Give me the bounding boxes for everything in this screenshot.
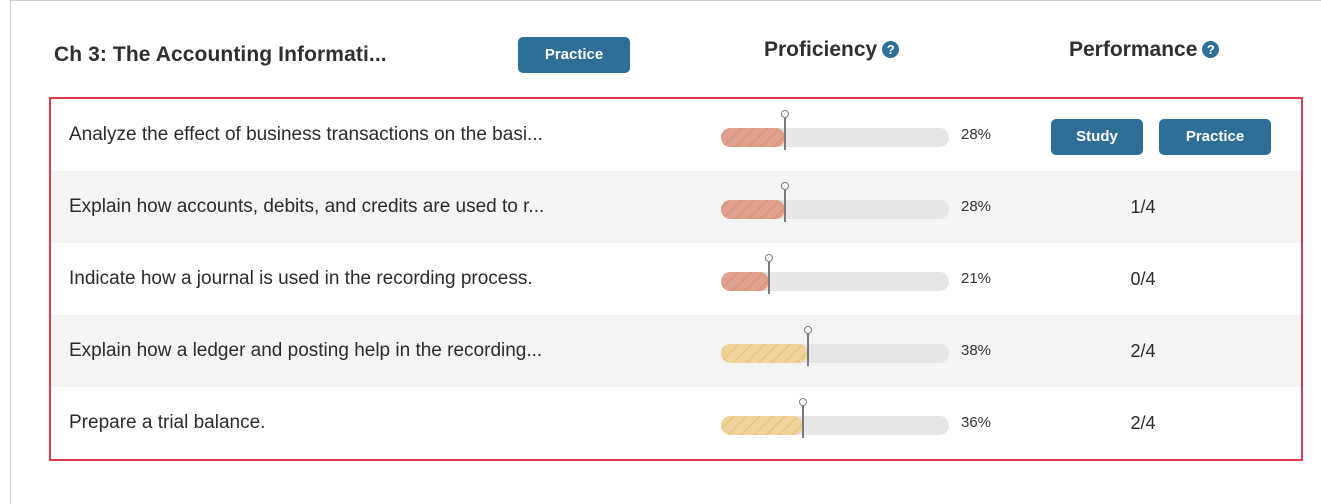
proficiency-column-header: Proficiency? bbox=[764, 38, 900, 62]
proficiency-track bbox=[721, 182, 949, 222]
proficiency-fill bbox=[721, 128, 785, 147]
proficiency-marker-icon bbox=[799, 398, 807, 438]
performance-score: 1/4 bbox=[1130, 197, 1156, 217]
performance-column-header: Performance? bbox=[1069, 38, 1220, 62]
objective-label[interactable]: Analyze the effect of business transacti… bbox=[69, 99, 543, 171]
proficiency-marker-icon bbox=[781, 182, 789, 222]
proficiency-help-icon[interactable]: ? bbox=[882, 40, 900, 58]
performance-cell: 2/4 bbox=[1025, 315, 1301, 387]
proficiency-cell: 28% bbox=[713, 99, 1025, 171]
objective-row: Indicate how a journal is used in the re… bbox=[51, 243, 1301, 315]
proficiency-percent: 28% bbox=[961, 126, 992, 143]
proficiency-header-label: Proficiency bbox=[764, 38, 878, 61]
proficiency-percent: 36% bbox=[961, 414, 992, 431]
proficiency-track bbox=[721, 254, 949, 294]
performance-score: 2/4 bbox=[1130, 341, 1156, 361]
performance-score: 2/4 bbox=[1130, 413, 1156, 433]
proficiency-marker-icon bbox=[804, 326, 812, 366]
objective-row: Explain how accounts, debits, and credit… bbox=[51, 171, 1301, 243]
study-button[interactable]: Study bbox=[1051, 119, 1143, 155]
proficiency-cell: 36% bbox=[713, 387, 1025, 459]
performance-cell: Study Practice bbox=[1025, 99, 1301, 171]
proficiency-fill bbox=[721, 344, 808, 363]
objective-label[interactable]: Explain how accounts, debits, and credit… bbox=[69, 171, 544, 243]
proficiency-track bbox=[721, 326, 949, 366]
performance-header-label: Performance bbox=[1069, 38, 1198, 61]
proficiency-track bbox=[721, 110, 949, 150]
chapter-title[interactable]: Ch 3: The Accounting Informati... bbox=[54, 43, 387, 67]
proficiency-marker-icon bbox=[781, 110, 789, 150]
proficiency-track bbox=[721, 398, 949, 438]
practice-button[interactable]: Practice bbox=[1159, 119, 1271, 155]
proficiency-percent: 28% bbox=[961, 198, 992, 215]
performance-score: 0/4 bbox=[1130, 269, 1156, 289]
proficiency-marker-icon bbox=[765, 254, 773, 294]
proficiency-fill bbox=[721, 272, 769, 291]
performance-cell: 2/4 bbox=[1025, 387, 1301, 459]
chapter-practice-button[interactable]: Practice bbox=[518, 37, 630, 73]
objective-row: Explain how a ledger and posting help in… bbox=[51, 315, 1301, 387]
objectives-table: Analyze the effect of business transacti… bbox=[49, 97, 1303, 461]
chapter-header: Ch 3: The Accounting Informati... Practi… bbox=[0, 0, 1321, 95]
objective-label[interactable]: Prepare a trial balance. bbox=[69, 387, 265, 459]
proficiency-fill bbox=[721, 416, 803, 435]
objective-label[interactable]: Indicate how a journal is used in the re… bbox=[69, 243, 533, 315]
proficiency-percent: 21% bbox=[961, 270, 992, 287]
proficiency-percent: 38% bbox=[961, 342, 992, 359]
proficiency-cell: 21% bbox=[713, 243, 1025, 315]
proficiency-cell: 38% bbox=[713, 315, 1025, 387]
proficiency-cell: 28% bbox=[713, 171, 1025, 243]
performance-help-icon[interactable]: ? bbox=[1202, 40, 1220, 58]
objective-row: Prepare a trial balance. 36% 2/4 bbox=[51, 387, 1301, 459]
performance-cell: 1/4 bbox=[1025, 171, 1301, 243]
proficiency-fill bbox=[721, 200, 785, 219]
performance-cell: 0/4 bbox=[1025, 243, 1301, 315]
objective-label[interactable]: Explain how a ledger and posting help in… bbox=[69, 315, 542, 387]
objective-row: Analyze the effect of business transacti… bbox=[51, 99, 1301, 171]
